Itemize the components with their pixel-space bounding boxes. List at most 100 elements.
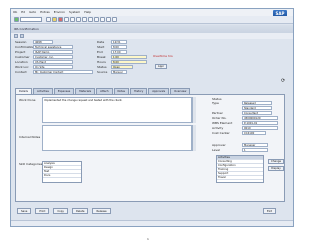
- help-icon[interactable]: [112, 17, 117, 22]
- field-label: Confirmation: [15, 45, 35, 49]
- field-label: Session: [15, 40, 27, 44]
- enter-icon[interactable]: [14, 17, 19, 22]
- date-field[interactable]: 12/31: [111, 40, 127, 44]
- field-label: Source: [97, 70, 108, 74]
- field-label: End: [97, 50, 103, 54]
- cost-center-field[interactable]: CC4100: [242, 131, 266, 135]
- back-icon[interactable]: [52, 17, 57, 22]
- field-label: Activity: [212, 126, 224, 130]
- field-label: Break: [97, 55, 106, 59]
- contact-field[interactable]: Mr. Customer Contact: [33, 70, 93, 74]
- scrollbar[interactable]: [192, 97, 196, 123]
- scrollbar[interactable]: [192, 125, 196, 151]
- field-label: Project: [15, 50, 26, 54]
- type-dropdown[interactable]: Standard: [242, 106, 272, 110]
- project-field[interactable]: ISAP Demo: [33, 50, 73, 54]
- menu-item[interactable]: System: [69, 10, 80, 15]
- save-button[interactable]: Save: [17, 208, 32, 214]
- status-bar: [11, 220, 293, 226]
- work-done-label: Work Done: [19, 98, 36, 102]
- sap-window: Ob Ed Goto Extras Environ System Help SA…: [10, 8, 294, 227]
- menu-bar: Ob Ed Goto Extras Environ System Help: [11, 9, 293, 16]
- skills-label: Skill Categories: [19, 162, 43, 166]
- prev-page-icon[interactable]: [82, 17, 87, 22]
- last-page-icon[interactable]: [94, 17, 99, 22]
- menu-item[interactable]: Help: [84, 10, 91, 15]
- footer-buttons: Save Print Copy Delete Release: [17, 208, 111, 214]
- field-label: Level: [212, 148, 220, 152]
- field-label: Partner: [212, 111, 223, 115]
- customer-field[interactable]: Customer, Inc.: [33, 55, 73, 59]
- menu-item[interactable]: Environ: [54, 10, 65, 15]
- other-object-icon[interactable]: [20, 34, 24, 38]
- application-toolbar: [11, 33, 293, 39]
- field-label: Work Loc: [15, 65, 29, 69]
- field-label: Start: [97, 45, 105, 49]
- location-field[interactable]: US Plant: [33, 60, 73, 64]
- notes-label: Internal Notes: [19, 135, 41, 139]
- field-label: WBS Element: [212, 121, 233, 125]
- change-button[interactable]: Change: [268, 159, 284, 164]
- wbs-field[interactable]: P-1001-01: [242, 121, 278, 125]
- session-field[interactable]: 4098: [33, 40, 53, 44]
- print-button[interactable]: Print: [35, 208, 50, 214]
- order-field[interactable]: 4500000120: [242, 116, 278, 120]
- field-label: Customer: [15, 55, 30, 59]
- start-field[interactable]: 8:00: [111, 45, 127, 49]
- menu-item[interactable]: Extras: [40, 10, 49, 15]
- field-label: Location: [15, 60, 28, 64]
- menu-item[interactable]: Goto: [29, 10, 36, 15]
- work-done-textarea[interactable]: Implemented the change request and teste…: [42, 97, 192, 123]
- print-icon[interactable]: [64, 17, 69, 22]
- status-dropdown[interactable]: Released: [242, 101, 272, 105]
- field-label: Cost Center: [212, 131, 230, 135]
- exit-button[interactable]: Exit: [263, 208, 276, 214]
- notes-textarea[interactable]: [42, 125, 192, 151]
- hours-field[interactable]: 8.00: [111, 60, 147, 64]
- activities-table[interactable]: Activities Consulting Configuration Trai…: [216, 155, 264, 183]
- skills-list[interactable]: Analysis Design Test Docs: [42, 161, 82, 183]
- break-field[interactable]: 1:00: [111, 55, 147, 59]
- field-label: Date: [97, 40, 105, 44]
- end-field[interactable]: 17:00: [111, 50, 127, 54]
- first-page-icon[interactable]: [76, 17, 81, 22]
- cancel-icon[interactable]: [58, 17, 63, 22]
- field-label: Contact: [15, 70, 27, 74]
- field-label: Status: [97, 65, 107, 69]
- field-label: Order No.: [212, 116, 227, 120]
- menu-item[interactable]: Ed: [21, 10, 25, 15]
- field-label: Approver: [212, 143, 226, 147]
- find-icon[interactable]: [70, 17, 75, 22]
- refresh-icon[interactable]: ⟳: [281, 78, 285, 84]
- work-loc-field[interactable]: On Site: [33, 65, 73, 69]
- screen-title: IPA Confirmation: [11, 25, 293, 33]
- confirmation-field[interactable]: Technical assistance: [33, 45, 73, 49]
- copy-button[interactable]: Copy: [53, 208, 68, 214]
- release-button[interactable]: Release: [92, 208, 111, 214]
- delete-button[interactable]: Delete: [71, 208, 89, 214]
- display-button[interactable]: Display: [268, 166, 284, 171]
- command-field[interactable]: [20, 17, 42, 22]
- next-page-icon[interactable]: [88, 17, 93, 22]
- partner-field[interactable]: Consultant: [242, 111, 272, 115]
- list-item[interactable]: Docs: [43, 174, 81, 178]
- header-section: Session 4098 Confirmation Technical assist…: [15, 40, 285, 84]
- field-label: Hours: [97, 60, 106, 64]
- level-field[interactable]: 1: [242, 148, 268, 152]
- menu-item[interactable]: Ob: [13, 10, 17, 15]
- status-field[interactable]: Open: [111, 65, 133, 69]
- page-number: 1: [147, 237, 149, 241]
- new-session-icon[interactable]: [100, 17, 105, 22]
- approver-field[interactable]: Manager: [242, 143, 268, 147]
- activity-field[interactable]: 0010: [242, 126, 278, 130]
- table-row[interactable]: Travel: [217, 176, 263, 180]
- shortcut-icon[interactable]: [106, 17, 111, 22]
- approve-button[interactable]: Appr: [155, 64, 167, 69]
- source-field[interactable]: Manual: [111, 70, 127, 74]
- standard-toolbar: [11, 16, 293, 24]
- details-panel: Work Done Implemented the change request…: [15, 94, 285, 202]
- field-label: Type: [212, 101, 219, 105]
- warning-text: Overtime hrs: [153, 54, 173, 58]
- display-change-icon[interactable]: [14, 34, 18, 38]
- save-icon[interactable]: [46, 17, 51, 22]
